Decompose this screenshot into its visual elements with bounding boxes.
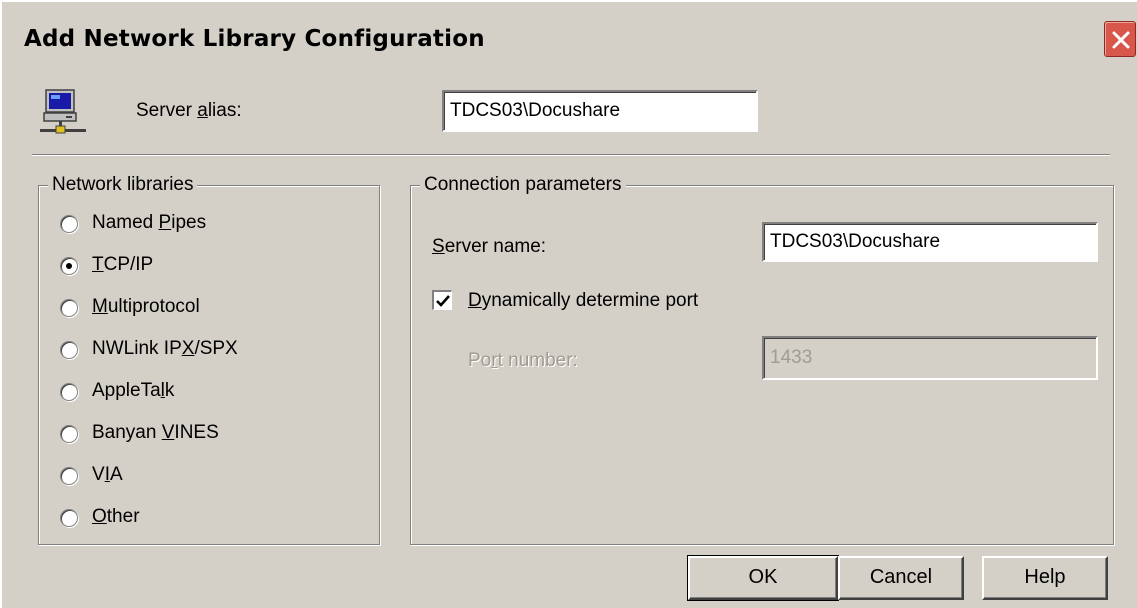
radio-button[interactable]	[60, 299, 78, 317]
radio-button[interactable]	[60, 383, 78, 401]
close-icon	[1112, 31, 1130, 49]
radio-button[interactable]	[60, 341, 78, 359]
radio-option-label: NWLink IPX/SPX	[92, 338, 238, 359]
server-name-input[interactable]	[762, 222, 1098, 262]
radio-option-label: Multiprotocol	[92, 296, 200, 317]
close-button[interactable]	[1104, 21, 1136, 57]
radio-option-label: Other	[92, 506, 140, 527]
window-title: Add Network Library Configuration	[24, 26, 485, 52]
radio-option-label: Banyan VINES	[92, 422, 219, 443]
radio-button[interactable]	[60, 425, 78, 443]
ok-button[interactable]: OK	[687, 555, 839, 601]
radio-option-label: Named Pipes	[92, 212, 207, 233]
server-alias-input[interactable]	[442, 90, 758, 132]
help-button[interactable]: Help	[982, 556, 1108, 600]
radio-selected-dot	[66, 263, 72, 269]
server-alias-label: Server alias:	[136, 100, 242, 121]
add-network-library-dialog: Add Network Library Configuration Server…	[0, 0, 1137, 608]
title-bar[interactable]: Add Network Library Configuration	[2, 2, 1137, 72]
separator	[32, 154, 1110, 156]
network-computer-icon	[40, 89, 86, 134]
dynamic-port-checkbox[interactable]	[432, 290, 452, 310]
radio-button[interactable]	[60, 215, 78, 233]
connection-parameters-title: Connection parameters	[420, 174, 626, 196]
radio-option-label: VIA	[92, 464, 123, 485]
network-libraries-title: Network libraries	[48, 174, 198, 196]
radio-button[interactable]	[60, 509, 78, 527]
radio-button[interactable]	[60, 257, 78, 275]
checkmark-icon	[436, 295, 450, 307]
server-name-label: Server name:	[432, 236, 547, 257]
radio-option-label: AppleTalk	[92, 380, 175, 401]
port-number-label: Port number:	[468, 350, 578, 371]
radio-option-label: TCP/IP	[92, 254, 154, 275]
cancel-button[interactable]: Cancel	[838, 556, 964, 600]
radio-button[interactable]	[60, 467, 78, 485]
dynamic-port-label[interactable]: Dynamically determine port	[468, 290, 698, 312]
port-number-input	[762, 336, 1098, 380]
network-libraries-group	[38, 185, 380, 545]
